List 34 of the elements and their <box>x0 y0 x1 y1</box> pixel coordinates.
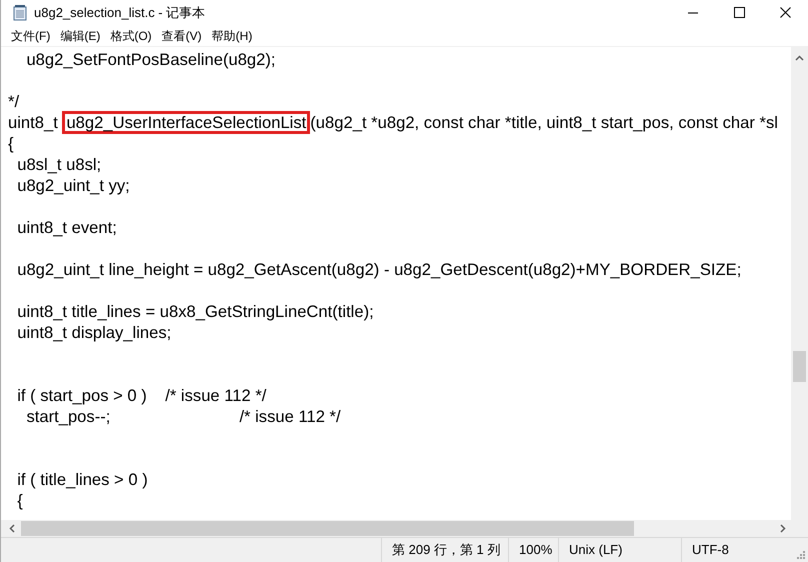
code-line: uint8_t display_lines; <box>16 323 172 342</box>
status-text: Unix (LF) <box>569 541 622 560</box>
code-line: u8sl_t u8sl; <box>16 155 102 174</box>
resize-grip-icon[interactable] <box>795 549 805 559</box>
code-line: uint8_t event; <box>16 218 117 237</box>
minimize-icon <box>687 12 699 14</box>
code-line: { <box>8 134 14 153</box>
code-line: u8g2_uint_t line_height = u8g2_GetAscent(u8g2) - u8g2_GetDescent(u8g2)+MY_BORDER_SIZE; <box>16 260 742 279</box>
code-text: uint8_t <box>8 113 59 132</box>
status-text: UTF-8 <box>692 541 729 560</box>
code-line: u8g2_SetFontPosBaseline(u8g2); <box>25 50 276 69</box>
highlighted-function-name: u8g2_UserInterfaceSelectionList <box>62 111 310 134</box>
scrollbar-thumb[interactable] <box>793 351 806 382</box>
code-line: if ( title_lines > 0 ) <box>16 470 148 489</box>
menu-item[interactable]: 编辑(E) <box>56 26 104 44</box>
window-title: u8g2_selection_list.c - 记事本 <box>34 4 206 22</box>
code-line: { <box>16 491 23 510</box>
menu-item[interactable]: 格式(O) <box>106 26 156 44</box>
menu-item[interactable]: 查看(V) <box>158 26 206 44</box>
code-line: if ( start_pos > 0 ) /* issue 112 */ <box>16 386 266 405</box>
status-text: 100% <box>519 541 552 560</box>
menu-item[interactable]: 帮助(H) <box>208 26 256 44</box>
status-text: 第 209 行，第 1 列 <box>392 541 500 560</box>
code-text: (u8g2_t *u8g2, const char *title, uint8_t start_pos, const char *sl <box>310 113 778 132</box>
close-icon <box>780 7 790 18</box>
maximize-icon <box>734 7 744 18</box>
scrollbar-thumb[interactable] <box>21 521 634 536</box>
code-line: uint8_t title_lines = u8x8_GetStringLineCnt(title); <box>16 302 374 321</box>
menu-item[interactable]: 文件(F) <box>7 26 54 44</box>
code-line: start_pos--; /* issue 112 */ <box>25 407 341 426</box>
code-line: */ <box>8 92 20 111</box>
code-line: u8g2_uint_t yy; <box>16 176 130 195</box>
vertical-scrollbar[interactable] <box>791 47 808 520</box>
notepad-icon <box>13 4 27 20</box>
